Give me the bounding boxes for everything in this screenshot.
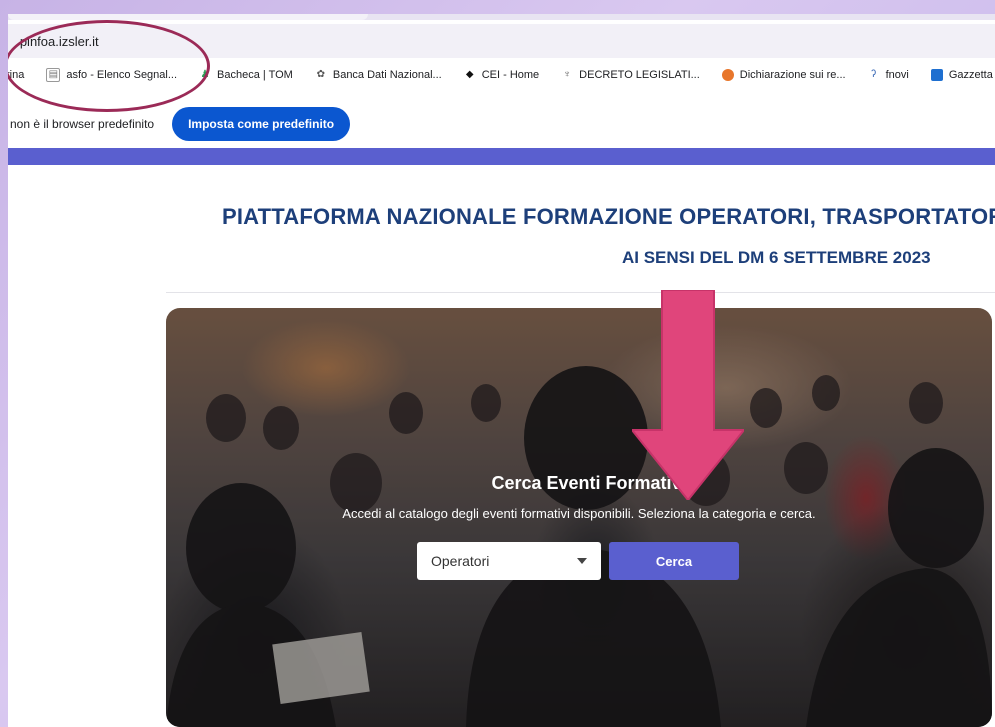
search-button[interactable]: Cerca (609, 542, 739, 580)
bookmark-label: Banca Dati Nazional... (332, 69, 442, 81)
bookmark-label: Gazzetta uf (948, 69, 995, 81)
search-form: Operatori Cerca (417, 542, 739, 580)
default-browser-infobar: non è il browser predefinito Imposta com… (8, 102, 995, 146)
bookmark-item[interactable]: Gazzetta uf (930, 69, 995, 81)
bookmark-label: CEI - Home (481, 69, 540, 81)
document-icon: ▤ (46, 68, 61, 82)
divider (166, 292, 995, 293)
circle-icon (721, 69, 734, 81)
monitor-icon (930, 69, 943, 81)
bookmark-label: rina (8, 69, 25, 81)
caret-down-icon (577, 558, 587, 564)
bookmark-item[interactable]: ♟ Bacheca | TOM (199, 69, 293, 81)
bookmark-item[interactable]: ▤ asfo - Elenco Segnal... (46, 68, 177, 82)
bookmark-item[interactable]: ʔ fnovi (868, 69, 909, 81)
category-selected-value: Operatori (431, 553, 490, 569)
mark-icon: ʔ (871, 69, 877, 80)
emblem-icon: ✿ (316, 69, 326, 80)
active-tab[interactable] (8, 14, 368, 20)
site-header-band (8, 148, 995, 165)
bookmark-label: Bacheca | TOM (217, 69, 293, 81)
bookmark-label: Dichiarazione sui re... (739, 69, 846, 81)
bookmark-item[interactable]: rina (8, 69, 24, 81)
bookmark-item[interactable]: ♆ DECRETO LEGISLATI... (561, 69, 700, 81)
bookmark-label: fnovi (885, 69, 909, 81)
address-url[interactable]: pinfoa.izsler.it (20, 34, 99, 49)
category-select[interactable]: Operatori (417, 542, 601, 580)
set-default-button[interactable]: Imposta come predefinito (172, 107, 351, 141)
address-bar[interactable]: ⁝ pinfoa.izsler.it (8, 24, 995, 58)
bookmark-item[interactable]: ◆ CEI - Home (464, 69, 539, 81)
diamond-icon: ◆ (465, 69, 474, 80)
hero-title: Cerca Eventi Formativi (491, 473, 687, 493)
page-subtitle: AI SENSI DEL DM 6 SETTEMBRE 2023 (622, 248, 931, 267)
bookmarks-bar: rina ▤ asfo - Elenco Segnal... ♟ Bacheca… (8, 62, 995, 88)
browser-window: ⁝ pinfoa.izsler.it rina ▤ asfo - Elenco … (8, 14, 995, 727)
bookmark-label: DECRETO LEGISLATI... (579, 69, 700, 81)
seal-icon: ♆ (563, 69, 571, 80)
bookmark-item[interactable]: ✿ Banca Dati Nazional... (315, 69, 442, 81)
infobar-message: non è il browser predefinito (10, 117, 155, 131)
person-icon: ♟ (200, 69, 210, 80)
hero-description: Accedi al catalogo degli eventi formativ… (342, 506, 816, 521)
page-title: PIATTAFORMA NAZIONALE FORMAZIONE OPERATO… (222, 204, 995, 229)
bookmark-item[interactable]: Dichiarazione sui re... (721, 69, 846, 81)
hero-banner: Cerca Eventi Formativi Accedi al catalog… (166, 308, 992, 727)
bookmark-label: asfo - Elenco Segnal... (66, 69, 178, 81)
tab-strip (8, 14, 995, 20)
